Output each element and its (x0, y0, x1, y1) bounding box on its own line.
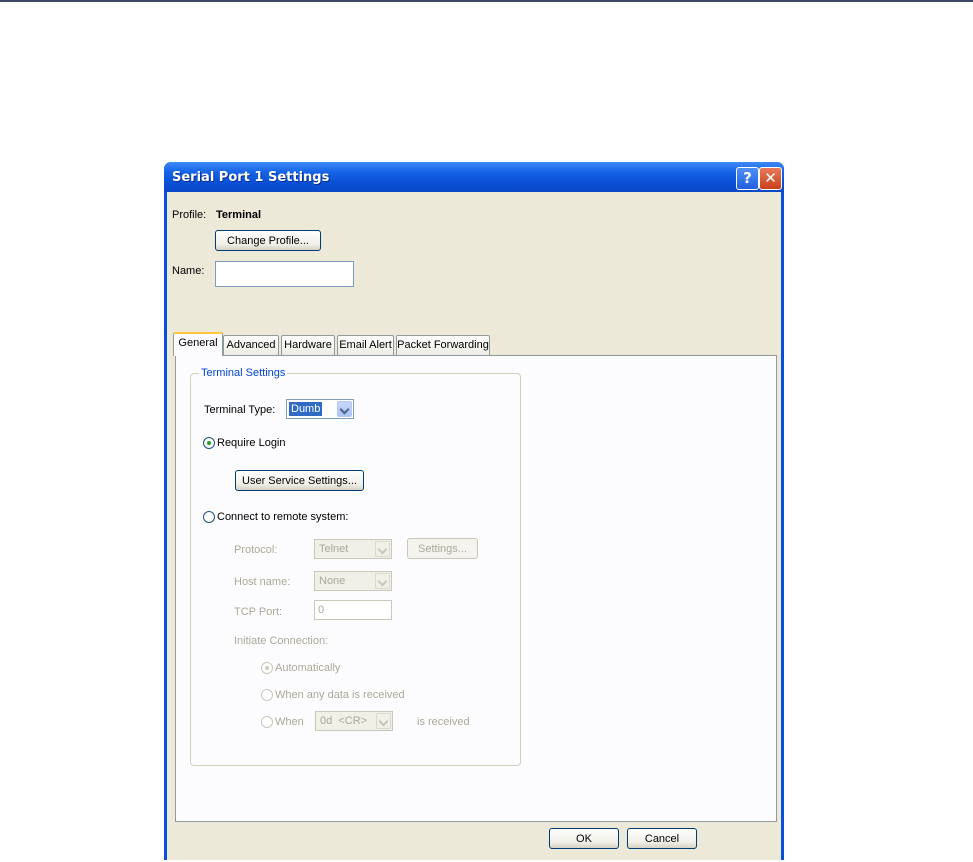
protocol-settings-label: Settings... (418, 543, 467, 555)
tcp-port-label: TCP Port: (234, 606, 283, 618)
cancel-button[interactable]: Cancel (627, 828, 697, 849)
chevron-down-icon[interactable] (337, 401, 352, 417)
tab-advanced[interactable]: Advanced (223, 335, 279, 355)
protocol-label: Protocol: (234, 544, 278, 556)
change-profile-label: Change Profile... (227, 235, 309, 247)
dialog-body: Profile: Terminal Change Profile... Name… (167, 192, 781, 860)
require-login-label[interactable]: Require Login (217, 437, 286, 449)
title-bar[interactable]: Serial Port 1 Settings ? ✕ (164, 162, 784, 192)
host-name-label: Host name: (234, 576, 291, 588)
protocol-value: Telnet (319, 543, 349, 555)
when-char-select[interactable]: 0d <CR> (315, 711, 393, 731)
terminal-settings-group: Terminal Settings Terminal Type: Dumb Re… (190, 367, 521, 766)
any-data-label[interactable]: When any data is received (275, 689, 405, 701)
user-service-settings-label: User Service Settings... (242, 475, 357, 487)
profile-label: Profile: (172, 209, 207, 221)
name-label: Name: (172, 265, 205, 277)
tcp-port-input[interactable]: 0 (314, 600, 392, 620)
terminal-type-select[interactable]: Dumb (286, 399, 354, 419)
connect-remote-label[interactable]: Connect to remote system: (217, 511, 348, 523)
tab-email-alert[interactable]: Email Alert (337, 335, 394, 355)
tab-general[interactable]: General (173, 332, 223, 356)
name-input[interactable] (215, 261, 354, 287)
dialog-title: Serial Port 1 Settings (172, 170, 330, 185)
any-data-radio[interactable] (261, 689, 273, 701)
when-label[interactable]: When (275, 716, 304, 728)
when-radio[interactable] (261, 716, 273, 728)
initiate-connection-label: Initiate Connection: (234, 635, 329, 647)
chevron-down-icon[interactable] (376, 713, 391, 729)
close-button[interactable]: ✕ (759, 167, 782, 190)
protocol-select[interactable]: Telnet (314, 539, 392, 559)
help-button[interactable]: ? (736, 167, 759, 190)
is-received-label: is received (417, 716, 470, 728)
chevron-down-icon[interactable] (375, 573, 390, 589)
change-profile-button[interactable]: Change Profile... (215, 230, 321, 251)
require-login-radio[interactable] (203, 437, 215, 449)
tab-packet-forwarding[interactable]: Packet Forwarding (396, 335, 490, 355)
terminal-type-label: Terminal Type: (204, 404, 276, 416)
tab-hardware[interactable]: Hardware (281, 335, 335, 355)
settings-dialog: Serial Port 1 Settings ? ✕ Profile: Term… (164, 162, 784, 860)
automatically-label[interactable]: Automatically (275, 662, 340, 674)
terminal-settings-title: Terminal Settings (199, 367, 288, 379)
ok-button[interactable]: OK (549, 828, 619, 849)
terminal-type-value: Dumb (287, 401, 324, 417)
host-name-select[interactable]: None (314, 571, 392, 591)
chevron-down-icon[interactable] (375, 541, 390, 557)
protocol-settings-button[interactable]: Settings... (407, 538, 478, 559)
host-name-value: None (319, 575, 346, 587)
when-char-value: 0d <CR> (320, 715, 368, 727)
connect-remote-radio[interactable] (203, 511, 215, 523)
general-tab-panel: Terminal Settings Terminal Type: Dumb Re… (175, 355, 777, 822)
user-service-settings-button[interactable]: User Service Settings... (235, 470, 364, 491)
profile-value: Terminal (216, 209, 262, 221)
automatically-radio[interactable] (261, 662, 273, 674)
top-divider-line (0, 0, 973, 2)
